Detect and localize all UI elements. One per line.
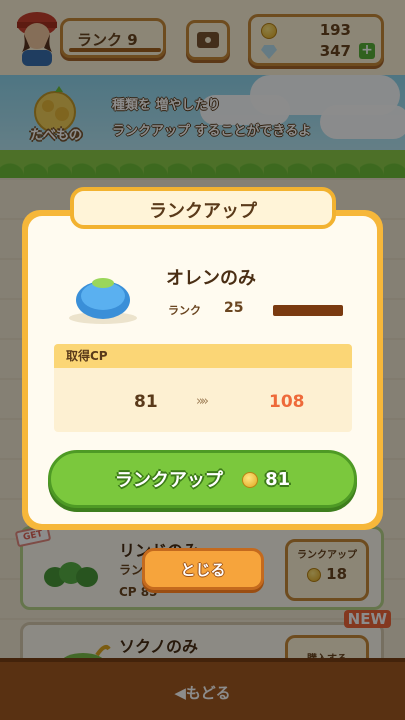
modal-title: ランクアップ: [149, 201, 257, 222]
rankup-button-cost: 81: [265, 468, 291, 490]
cp-header: 取得CP: [54, 344, 352, 368]
cp-arrow-icon: »»: [196, 394, 209, 409]
rankup-button-label: ランクアップ: [114, 470, 223, 491]
cp-current: 81: [134, 392, 158, 412]
item-rank-value: 25: [224, 300, 244, 316]
cp-panel: 取得CP 81 »» 108: [54, 344, 352, 432]
cp-next: 108: [269, 392, 305, 412]
item-rank-label: ランク: [168, 304, 201, 317]
cp-header-label: 取得CP: [66, 349, 108, 363]
modal-title-tab: ランクアップ: [70, 187, 336, 229]
coin-icon: [241, 471, 258, 488]
oran-berry-icon: [69, 278, 137, 324]
item-name: オレンのみ: [166, 268, 256, 289]
item-rank-bar: [273, 305, 343, 316]
close-button[interactable]: とじる: [142, 548, 264, 590]
rankup-confirm-button[interactable]: ランクアップ 81: [48, 450, 357, 508]
rankup-dialog-body: オレンのみ ランク 25 取得CP 81 »» 108 ランクアップ 81: [28, 216, 377, 524]
rankup-dialog: オレンのみ ランク 25 取得CP 81 »» 108 ランクアップ 81: [22, 210, 383, 530]
close-button-label: とじる: [180, 561, 226, 579]
